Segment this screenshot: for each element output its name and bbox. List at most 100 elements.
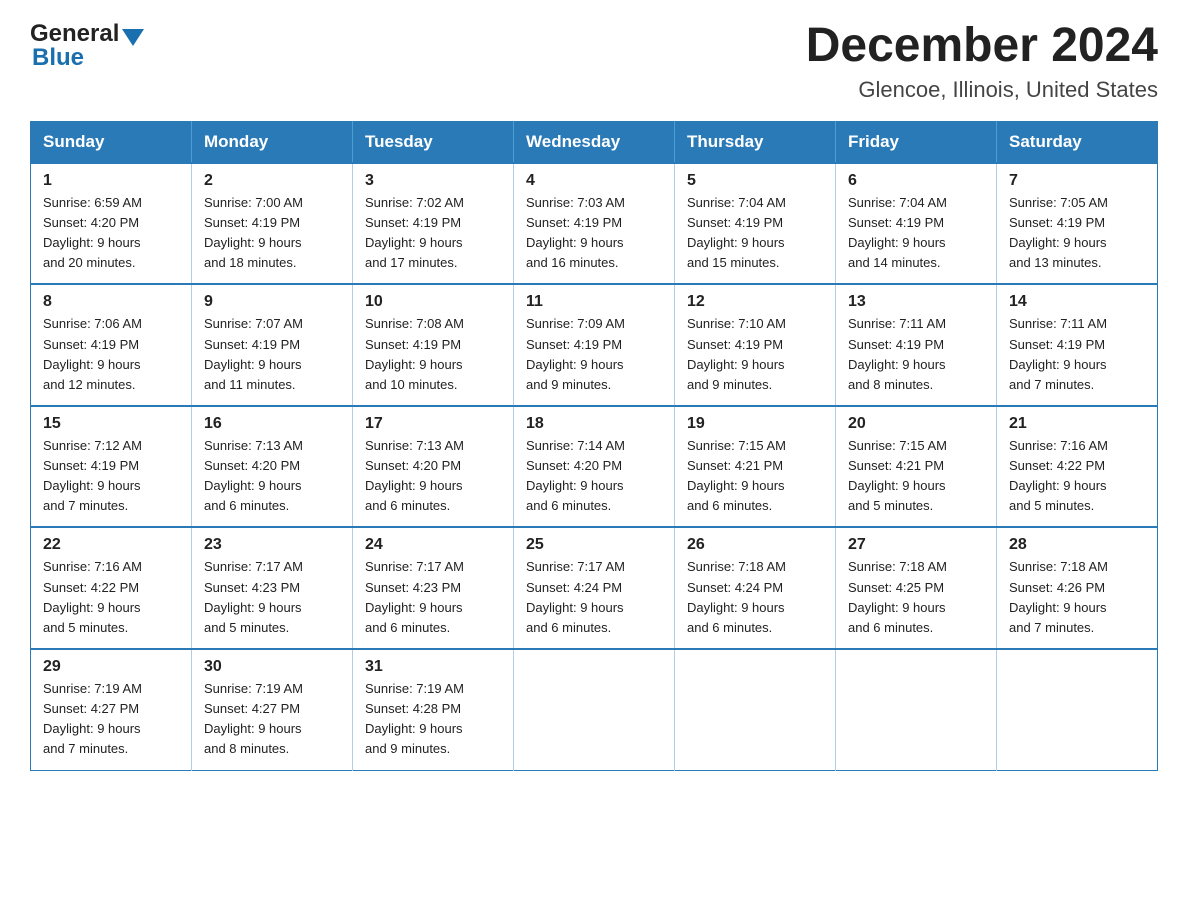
- calendar-day-cell: [675, 649, 836, 770]
- day-number: 28: [1009, 536, 1145, 554]
- header-thursday: Thursday: [675, 121, 836, 163]
- calendar-day-cell: 5 Sunrise: 7:04 AMSunset: 4:19 PMDayligh…: [675, 163, 836, 285]
- calendar-day-cell: 1 Sunrise: 6:59 AMSunset: 4:20 PMDayligh…: [31, 163, 192, 285]
- day-number: 4: [526, 172, 662, 190]
- day-number: 24: [365, 536, 501, 554]
- day-info: Sunrise: 7:04 AMSunset: 4:19 PMDaylight:…: [848, 195, 947, 270]
- calendar-header-row: Sunday Monday Tuesday Wednesday Thursday…: [31, 121, 1158, 163]
- day-number: 20: [848, 415, 984, 433]
- day-number: 12: [687, 293, 823, 311]
- calendar-day-cell: 22 Sunrise: 7:16 AMSunset: 4:22 PMDaylig…: [31, 527, 192, 649]
- day-info: Sunrise: 7:17 AMSunset: 4:23 PMDaylight:…: [365, 559, 464, 634]
- day-info: Sunrise: 7:14 AMSunset: 4:20 PMDaylight:…: [526, 438, 625, 513]
- calendar-subtitle: Glencoe, Illinois, United States: [806, 77, 1158, 103]
- calendar-day-cell: 23 Sunrise: 7:17 AMSunset: 4:23 PMDaylig…: [192, 527, 353, 649]
- calendar-day-cell: 11 Sunrise: 7:09 AMSunset: 4:19 PMDaylig…: [514, 284, 675, 406]
- day-number: 21: [1009, 415, 1145, 433]
- day-number: 11: [526, 293, 662, 311]
- day-number: 17: [365, 415, 501, 433]
- day-number: 15: [43, 415, 179, 433]
- calendar-day-cell: 9 Sunrise: 7:07 AMSunset: 4:19 PMDayligh…: [192, 284, 353, 406]
- day-info: Sunrise: 7:11 AMSunset: 4:19 PMDaylight:…: [1009, 316, 1107, 391]
- day-info: Sunrise: 7:12 AMSunset: 4:19 PMDaylight:…: [43, 438, 142, 513]
- logo-arrow-icon: [122, 29, 144, 46]
- day-info: Sunrise: 7:05 AMSunset: 4:19 PMDaylight:…: [1009, 195, 1108, 270]
- day-info: Sunrise: 7:18 AMSunset: 4:24 PMDaylight:…: [687, 559, 786, 634]
- day-info: Sunrise: 7:00 AMSunset: 4:19 PMDaylight:…: [204, 195, 303, 270]
- day-number: 30: [204, 658, 340, 676]
- day-number: 27: [848, 536, 984, 554]
- day-info: Sunrise: 7:08 AMSunset: 4:19 PMDaylight:…: [365, 316, 464, 391]
- calendar-day-cell: 28 Sunrise: 7:18 AMSunset: 4:26 PMDaylig…: [997, 527, 1158, 649]
- day-info: Sunrise: 7:09 AMSunset: 4:19 PMDaylight:…: [526, 316, 625, 391]
- day-number: 18: [526, 415, 662, 433]
- calendar-day-cell: 10 Sunrise: 7:08 AMSunset: 4:19 PMDaylig…: [353, 284, 514, 406]
- calendar-day-cell: 7 Sunrise: 7:05 AMSunset: 4:19 PMDayligh…: [997, 163, 1158, 285]
- day-number: 2: [204, 172, 340, 190]
- calendar-day-cell: 14 Sunrise: 7:11 AMSunset: 4:19 PMDaylig…: [997, 284, 1158, 406]
- day-number: 13: [848, 293, 984, 311]
- calendar-day-cell: 26 Sunrise: 7:18 AMSunset: 4:24 PMDaylig…: [675, 527, 836, 649]
- day-number: 19: [687, 415, 823, 433]
- calendar-day-cell: 12 Sunrise: 7:10 AMSunset: 4:19 PMDaylig…: [675, 284, 836, 406]
- day-info: Sunrise: 7:19 AMSunset: 4:28 PMDaylight:…: [365, 681, 464, 756]
- day-info: Sunrise: 7:15 AMSunset: 4:21 PMDaylight:…: [848, 438, 947, 513]
- calendar-day-cell: 24 Sunrise: 7:17 AMSunset: 4:23 PMDaylig…: [353, 527, 514, 649]
- day-info: Sunrise: 7:13 AMSunset: 4:20 PMDaylight:…: [365, 438, 464, 513]
- header-monday: Monday: [192, 121, 353, 163]
- day-number: 8: [43, 293, 179, 311]
- day-number: 16: [204, 415, 340, 433]
- calendar-day-cell: 3 Sunrise: 7:02 AMSunset: 4:19 PMDayligh…: [353, 163, 514, 285]
- calendar-day-cell: 20 Sunrise: 7:15 AMSunset: 4:21 PMDaylig…: [836, 406, 997, 528]
- calendar-day-cell: 8 Sunrise: 7:06 AMSunset: 4:19 PMDayligh…: [31, 284, 192, 406]
- calendar-week-row: 1 Sunrise: 6:59 AMSunset: 4:20 PMDayligh…: [31, 163, 1158, 285]
- calendar-week-row: 15 Sunrise: 7:12 AMSunset: 4:19 PMDaylig…: [31, 406, 1158, 528]
- day-number: 31: [365, 658, 501, 676]
- day-info: Sunrise: 7:07 AMSunset: 4:19 PMDaylight:…: [204, 316, 303, 391]
- calendar-day-cell: 17 Sunrise: 7:13 AMSunset: 4:20 PMDaylig…: [353, 406, 514, 528]
- calendar-day-cell: 31 Sunrise: 7:19 AMSunset: 4:28 PMDaylig…: [353, 649, 514, 770]
- day-number: 3: [365, 172, 501, 190]
- day-info: Sunrise: 7:17 AMSunset: 4:23 PMDaylight:…: [204, 559, 303, 634]
- day-info: Sunrise: 7:19 AMSunset: 4:27 PMDaylight:…: [204, 681, 303, 756]
- calendar-day-cell: 25 Sunrise: 7:17 AMSunset: 4:24 PMDaylig…: [514, 527, 675, 649]
- calendar-day-cell: 27 Sunrise: 7:18 AMSunset: 4:25 PMDaylig…: [836, 527, 997, 649]
- day-number: 23: [204, 536, 340, 554]
- calendar-day-cell: [514, 649, 675, 770]
- day-info: Sunrise: 6:59 AMSunset: 4:20 PMDaylight:…: [43, 195, 142, 270]
- day-info: Sunrise: 7:10 AMSunset: 4:19 PMDaylight:…: [687, 316, 786, 391]
- day-info: Sunrise: 7:16 AMSunset: 4:22 PMDaylight:…: [43, 559, 142, 634]
- calendar-table: Sunday Monday Tuesday Wednesday Thursday…: [30, 121, 1158, 771]
- calendar-week-row: 29 Sunrise: 7:19 AMSunset: 4:27 PMDaylig…: [31, 649, 1158, 770]
- day-number: 5: [687, 172, 823, 190]
- calendar-day-cell: 21 Sunrise: 7:16 AMSunset: 4:22 PMDaylig…: [997, 406, 1158, 528]
- day-number: 25: [526, 536, 662, 554]
- day-info: Sunrise: 7:03 AMSunset: 4:19 PMDaylight:…: [526, 195, 625, 270]
- day-info: Sunrise: 7:11 AMSunset: 4:19 PMDaylight:…: [848, 316, 946, 391]
- day-info: Sunrise: 7:16 AMSunset: 4:22 PMDaylight:…: [1009, 438, 1108, 513]
- calendar-week-row: 8 Sunrise: 7:06 AMSunset: 4:19 PMDayligh…: [31, 284, 1158, 406]
- day-number: 14: [1009, 293, 1145, 311]
- day-info: Sunrise: 7:02 AMSunset: 4:19 PMDaylight:…: [365, 195, 464, 270]
- calendar-day-cell: 13 Sunrise: 7:11 AMSunset: 4:19 PMDaylig…: [836, 284, 997, 406]
- calendar-day-cell: [997, 649, 1158, 770]
- header-tuesday: Tuesday: [353, 121, 514, 163]
- day-info: Sunrise: 7:04 AMSunset: 4:19 PMDaylight:…: [687, 195, 786, 270]
- logo: General Blue: [30, 20, 144, 72]
- day-info: Sunrise: 7:18 AMSunset: 4:26 PMDaylight:…: [1009, 559, 1108, 634]
- day-number: 10: [365, 293, 501, 311]
- day-info: Sunrise: 7:06 AMSunset: 4:19 PMDaylight:…: [43, 316, 142, 391]
- page-header: General Blue December 2024 Glencoe, Illi…: [30, 20, 1158, 103]
- calendar-title: December 2024: [806, 20, 1158, 73]
- calendar-day-cell: 2 Sunrise: 7:00 AMSunset: 4:19 PMDayligh…: [192, 163, 353, 285]
- header-friday: Friday: [836, 121, 997, 163]
- day-number: 7: [1009, 172, 1145, 190]
- header-sunday: Sunday: [31, 121, 192, 163]
- day-info: Sunrise: 7:17 AMSunset: 4:24 PMDaylight:…: [526, 559, 625, 634]
- day-number: 26: [687, 536, 823, 554]
- calendar-week-row: 22 Sunrise: 7:16 AMSunset: 4:22 PMDaylig…: [31, 527, 1158, 649]
- header-wednesday: Wednesday: [514, 121, 675, 163]
- calendar-day-cell: 19 Sunrise: 7:15 AMSunset: 4:21 PMDaylig…: [675, 406, 836, 528]
- calendar-day-cell: 15 Sunrise: 7:12 AMSunset: 4:19 PMDaylig…: [31, 406, 192, 528]
- day-info: Sunrise: 7:13 AMSunset: 4:20 PMDaylight:…: [204, 438, 303, 513]
